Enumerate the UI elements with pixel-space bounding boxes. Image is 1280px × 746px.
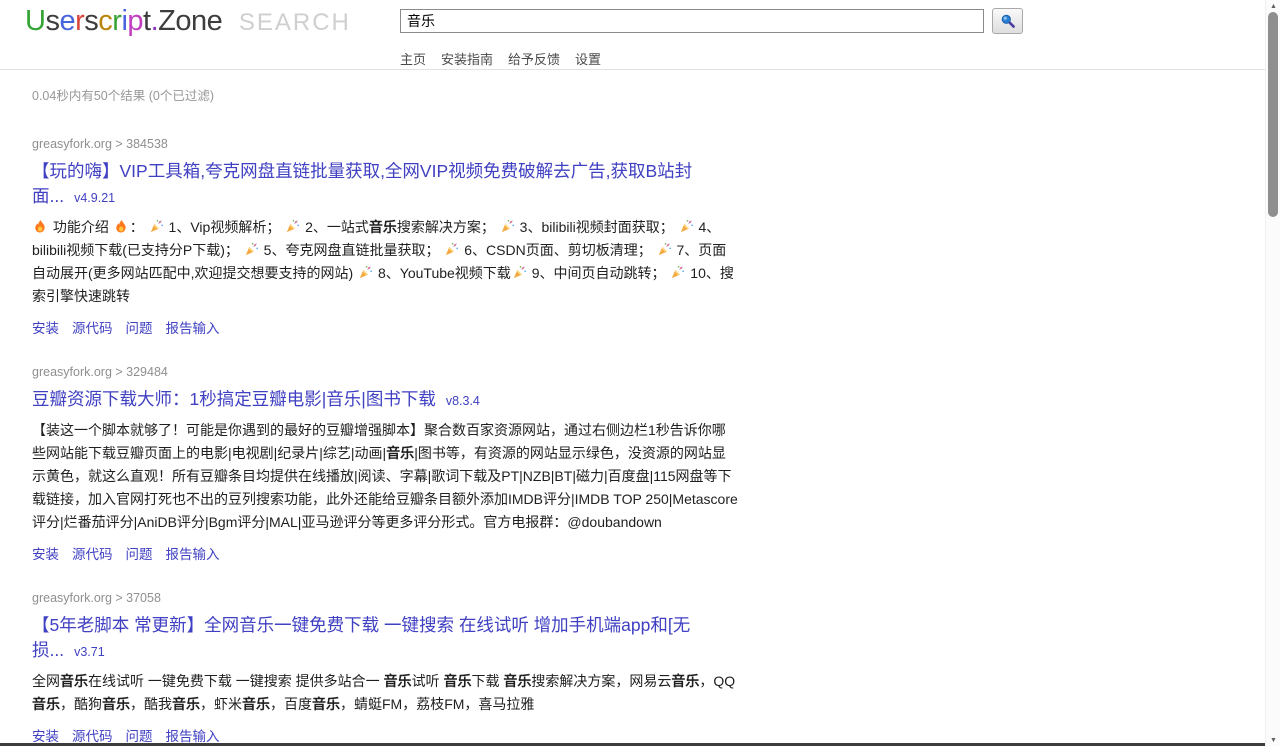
site-logo[interactable]: Userscript.Zone SEARCH <box>25 5 351 38</box>
result-breadcrumb: greasyfork.org > 329484 <box>32 365 168 379</box>
main-nav: 主页 安装指南 给予反馈 设置 <box>400 49 1040 68</box>
report-input-link[interactable]: 报告输入 <box>166 543 220 563</box>
result-title-link[interactable]: 豆瓣资源下载大师：1秒搞定豆瓣电影|音乐|图书下载 <box>32 389 436 409</box>
result-item: greasyfork.org > 37058 【5年老脚本 常更新】全网音乐一键… <box>32 591 738 745</box>
result-version: v8.3.4 <box>445 394 480 408</box>
party-popper-emoji-icon <box>680 220 693 233</box>
report-input-link[interactable]: 报告输入 <box>166 317 220 337</box>
result-actions: 安装 源代码 问题 报告输入 <box>32 543 738 563</box>
result-version: v4.9.21 <box>74 191 116 205</box>
issues-link[interactable]: 问题 <box>126 543 153 563</box>
fire-emoji-icon <box>35 220 45 233</box>
result-actions: 安装 源代码 问题 报告输入 <box>32 725 738 745</box>
party-popper-emoji-icon <box>150 220 163 233</box>
result-version: v3.71 <box>74 645 105 659</box>
result-item: greasyfork.org > 329484 豆瓣资源下载大师：1秒搞定豆瓣电… <box>32 365 738 563</box>
result-breadcrumb: greasyfork.org > 37058 <box>32 591 161 605</box>
source-code-link[interactable]: 源代码 <box>72 543 113 563</box>
logo-wordmark: Userscript.Zone <box>25 5 223 37</box>
result-title-link[interactable]: 【玩的嗨】VIP工具箱,夸克网盘直链批量获取,全网VIP视频免费破解去广告,获取… <box>32 161 692 206</box>
search-area: 主页 安装指南 给予反馈 设置 <box>400 8 1040 68</box>
fire-emoji-icon <box>116 220 126 233</box>
result-breadcrumb: greasyfork.org > 384538 <box>32 137 168 151</box>
source-code-link[interactable]: 源代码 <box>72 725 113 745</box>
magnifier-icon <box>1001 14 1015 28</box>
issues-link[interactable]: 问题 <box>126 725 153 745</box>
party-popper-emoji-icon <box>501 220 514 233</box>
scroll-up-arrow-icon[interactable]: ▲ <box>1266 0 1280 12</box>
party-popper-emoji-icon <box>672 266 685 279</box>
search-input[interactable] <box>400 9 984 33</box>
nav-install-guide[interactable]: 安装指南 <box>441 49 493 68</box>
party-popper-emoji-icon <box>287 220 300 233</box>
scrollbar-thumb[interactable] <box>1268 12 1278 217</box>
result-description: 功能介绍 ： 1、Vip视频解析； 2、一站式音乐搜索解决方案； 3、bilib… <box>32 219 734 304</box>
report-input-link[interactable]: 报告输入 <box>166 725 220 745</box>
party-popper-emoji-icon <box>359 266 373 279</box>
header: Userscript.Zone SEARCH 主页 安装指南 给予反馈 设置 <box>0 0 1280 70</box>
nav-home[interactable]: 主页 <box>400 49 426 68</box>
result-item: greasyfork.org > 384538 【玩的嗨】VIP工具箱,夸克网盘… <box>32 137 738 337</box>
results-summary: 0.04秒内有50个结果 (0个已过滤) <box>32 89 214 103</box>
install-link[interactable]: 安装 <box>32 317 59 337</box>
install-link[interactable]: 安装 <box>32 543 59 563</box>
results-list: 0.04秒内有50个结果 (0个已过滤) greasyfork.org > 38… <box>0 70 1280 746</box>
party-popper-emoji-icon <box>446 243 459 256</box>
issues-link[interactable]: 问题 <box>126 317 153 337</box>
result-description: 【装这一个脚本就够了！可能是你遇到的最好的豆瓣增强脚本】聚合数百家资源网站，通过… <box>32 422 738 530</box>
result-description: 全网音乐在线试听 一键免费下载 一键搜索 提供多站合一 音乐试听 音乐下载 音乐… <box>32 673 736 712</box>
scroll-down-arrow-icon[interactable]: ▼ <box>1266 734 1280 746</box>
search-button[interactable] <box>992 8 1023 34</box>
page-scrollbar[interactable]: ▲ ▼ <box>1265 0 1280 746</box>
result-actions: 安装 源代码 问题 报告输入 <box>32 317 738 337</box>
nav-settings[interactable]: 设置 <box>575 49 601 68</box>
result-title-link[interactable]: 【5年老脚本 常更新】全网音乐一键免费下载 一键搜索 在线试听 增加手机端app… <box>32 615 690 660</box>
install-link[interactable]: 安装 <box>32 725 59 745</box>
party-popper-emoji-icon <box>658 243 671 256</box>
party-popper-emoji-icon <box>245 243 258 256</box>
nav-feedback[interactable]: 给予反馈 <box>508 49 560 68</box>
logo-search-label: SEARCH <box>238 9 351 36</box>
source-code-link[interactable]: 源代码 <box>72 317 113 337</box>
party-popper-emoji-icon <box>513 266 526 279</box>
